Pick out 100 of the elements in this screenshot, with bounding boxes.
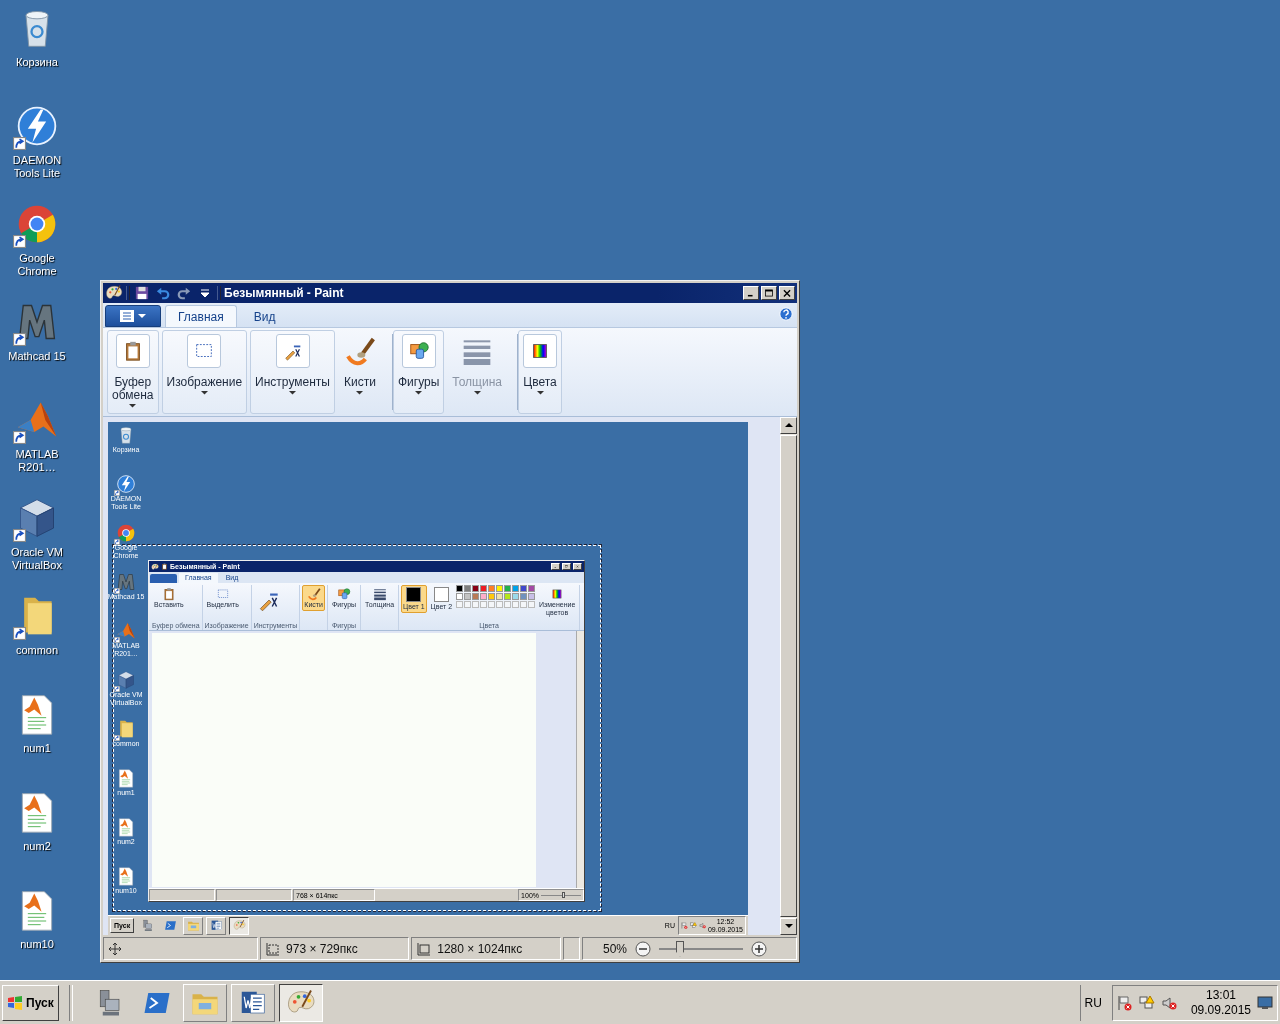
desktop-icon-label[interactable]: num1	[0, 742, 74, 755]
shortcut-arrow-icon	[13, 235, 26, 248]
language-indicator[interactable]: RU	[1079, 984, 1106, 1021]
caret-icon	[200, 288, 210, 298]
shapes-icon	[337, 587, 351, 601]
show-desktop-icon[interactable]	[1257, 995, 1273, 1010]
maximize-button[interactable]	[562, 563, 571, 570]
zoom-slider[interactable]	[541, 892, 581, 898]
color-swatch[interactable]	[480, 593, 488, 600]
color-swatch[interactable]	[504, 585, 512, 592]
color-swatch[interactable]	[512, 593, 520, 600]
file-menu-button[interactable]	[105, 305, 161, 327]
palette-icon	[232, 919, 246, 932]
close-button[interactable]	[573, 563, 582, 570]
shortcut-arrow-icon	[13, 137, 26, 150]
document-icon	[116, 768, 136, 788]
folder-icon	[186, 919, 200, 932]
speaker-icon[interactable]	[698, 922, 706, 929]
ribbon-group-button[interactable]: Цвета	[518, 330, 562, 414]
lightning-icon	[116, 474, 136, 494]
desktop-icon-label[interactable]: common	[0, 644, 74, 657]
shortcut-arrow-icon	[13, 529, 26, 542]
maximize-button[interactable]	[761, 286, 777, 300]
vertical-scrollbar[interactable]	[780, 417, 797, 935]
taskbar-button[interactable]	[229, 916, 250, 935]
desktop-icon-label[interactable]: num2	[0, 840, 74, 853]
desktop-icon-label[interactable]: MATLAB R201…	[0, 448, 74, 474]
desktop-icon-label[interactable]: Google Chrome	[0, 252, 74, 278]
status-panel	[562, 937, 580, 960]
caret-icon	[129, 404, 137, 409]
selection-icon	[215, 587, 230, 601]
flag-icon[interactable]	[680, 922, 688, 929]
shortcut-arrow-icon	[114, 490, 120, 496]
color-swatch[interactable]	[488, 593, 496, 600]
ribbon-tab[interactable]: Главная	[165, 305, 237, 327]
palette-icon	[105, 284, 123, 302]
selection-size-text: 973 × 729пкс	[286, 941, 358, 956]
window-title: Безымянный - Paint	[224, 286, 345, 300]
lightning-icon[interactable]	[15, 104, 59, 148]
shapes-icon	[407, 340, 430, 362]
minimize-button[interactable]	[743, 286, 759, 300]
color-swatch[interactable]	[520, 593, 528, 600]
close-button[interactable]	[779, 286, 795, 300]
start-button[interactable]: Пуск	[2, 984, 59, 1021]
minimize-button[interactable]	[551, 563, 560, 570]
line-width-icon	[372, 587, 387, 601]
clipboard-icon	[161, 587, 176, 601]
color-swatch[interactable]	[528, 585, 536, 592]
desktop-icon-label[interactable]: Корзина	[0, 56, 74, 69]
desktop-icon-label[interactable]: num10	[0, 938, 74, 951]
color-swatch[interactable]	[520, 585, 528, 592]
caret-icon	[289, 391, 296, 396]
logo-icon	[116, 572, 136, 592]
zoom-in-button[interactable]	[751, 940, 767, 957]
caret-icon	[138, 313, 146, 319]
color-swatch[interactable]	[504, 593, 512, 600]
help-icon[interactable]	[779, 307, 793, 321]
color-swatch[interactable]	[488, 585, 496, 592]
minimize-icon	[553, 565, 558, 568]
desktop-icon-label[interactable]: Oracle VM VirtualBox	[0, 546, 74, 572]
ribbon-group-button[interactable]: Кисти	[337, 330, 382, 414]
taskbar-button[interactable]	[278, 983, 323, 1022]
color-swatch[interactable]	[456, 593, 464, 600]
color-swatch[interactable]	[512, 585, 520, 592]
shortcut-arrow-icon	[114, 539, 120, 545]
color-swatch[interactable]	[456, 585, 464, 592]
flag-icon[interactable]	[1116, 994, 1133, 1011]
undo-icon	[156, 286, 170, 300]
zoom-slider[interactable]	[659, 940, 743, 957]
network-icon[interactable]	[1138, 994, 1155, 1011]
ribbon-group-button[interactable]: Фигуры	[392, 330, 445, 414]
ribbon-tab[interactable]: Вид	[240, 305, 289, 327]
network-icon[interactable]	[689, 922, 697, 929]
caret-icon	[200, 391, 208, 396]
windows-logo-icon	[7, 995, 23, 1010]
color-swatch[interactable]	[464, 585, 472, 592]
desktop-icon-label[interactable]: DAEMON Tools Lite	[0, 154, 74, 180]
color-swatch[interactable]	[472, 585, 480, 592]
ribbon-group-button[interactable]: Буфер обмена	[107, 330, 159, 414]
shortcut-arrow-icon	[114, 637, 120, 643]
ribbon-group-button[interactable]: Изображение	[161, 330, 248, 414]
document-icon	[116, 866, 136, 886]
color-swatch[interactable]	[496, 585, 504, 592]
speaker-icon[interactable]	[1160, 994, 1177, 1011]
maximize-icon	[564, 565, 569, 568]
vertical-scrollbar[interactable]	[576, 631, 584, 888]
color-gradient-icon	[550, 587, 565, 601]
color-swatch[interactable]	[480, 585, 488, 592]
color-swatch[interactable]	[464, 593, 472, 600]
redo-icon	[177, 286, 191, 300]
desktop-icon-label[interactable]: Mathcad 15	[0, 350, 74, 363]
color-swatch[interactable]	[528, 593, 536, 600]
color-swatch[interactable]	[472, 593, 480, 600]
zoom-out-button[interactable]	[635, 940, 651, 957]
image-size-text: 1280 × 1024пкс	[437, 941, 523, 956]
ribbon-group-button[interactable]: Инструменты	[250, 330, 335, 414]
color-swatch[interactable]	[496, 593, 504, 600]
zoom-percent: 50%	[602, 941, 627, 956]
close-icon	[781, 288, 793, 298]
save-button[interactable]	[133, 284, 151, 302]
